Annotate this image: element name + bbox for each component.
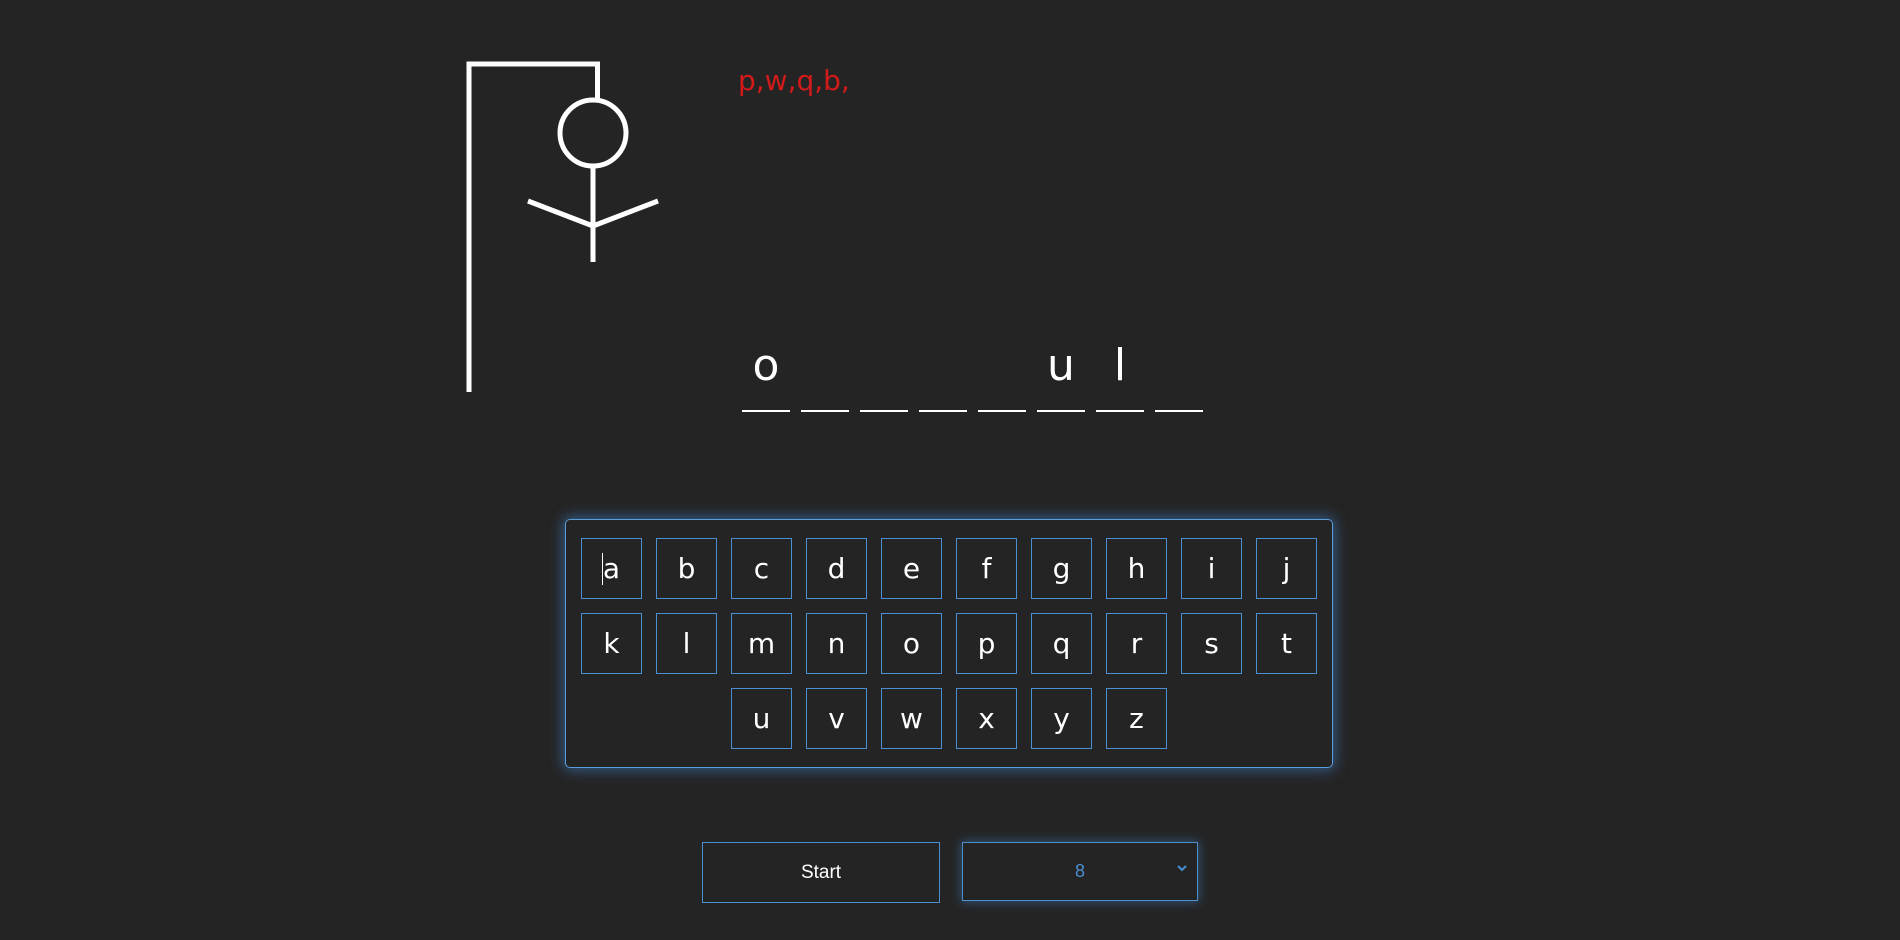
word-length-select[interactable]: 8 — [962, 842, 1198, 901]
keyboard-row: uvwxyz — [579, 688, 1319, 749]
key-u[interactable]: u — [731, 688, 792, 749]
key-o[interactable]: o — [881, 613, 942, 674]
key-e[interactable]: e — [881, 538, 942, 599]
key-d[interactable]: d — [806, 538, 867, 599]
chevron-down-icon — [1177, 865, 1187, 872]
key-a[interactable]: a — [581, 538, 642, 599]
key-r[interactable]: r — [1106, 613, 1167, 674]
hangman-right-arm — [592, 198, 659, 229]
letter-slot — [919, 338, 967, 412]
letter-keyboard: abcdefghij klmnopqrst uvwxyz — [565, 519, 1333, 768]
key-s[interactable]: s — [1181, 613, 1242, 674]
key-n[interactable]: n — [806, 613, 867, 674]
key-i[interactable]: i — [1181, 538, 1242, 599]
keyboard-row: klmnopqrst — [579, 613, 1319, 674]
key-k[interactable]: k — [581, 613, 642, 674]
key-z[interactable]: z — [1106, 688, 1167, 749]
key-c[interactable]: c — [731, 538, 792, 599]
key-f[interactable]: f — [956, 538, 1017, 599]
key-j[interactable]: j — [1256, 538, 1317, 599]
key-l[interactable]: l — [656, 613, 717, 674]
letter-slot — [1155, 338, 1203, 412]
key-v[interactable]: v — [806, 688, 867, 749]
key-x[interactable]: x — [956, 688, 1017, 749]
key-y[interactable]: y — [1031, 688, 1092, 749]
hangman-figure — [466, 61, 659, 392]
hangman-left-arm — [527, 198, 594, 229]
hangman-head — [557, 97, 629, 169]
letter-slot — [978, 338, 1026, 412]
letter-slot: o — [742, 338, 790, 412]
hangman-drawing — [460, 58, 670, 398]
letter-slot: l — [1096, 338, 1144, 412]
keyboard-row: abcdefghij — [579, 538, 1319, 599]
key-w[interactable]: w — [881, 688, 942, 749]
key-h[interactable]: h — [1106, 538, 1167, 599]
key-b[interactable]: b — [656, 538, 717, 599]
wrong-guesses: p,w,q,b, — [738, 64, 850, 97]
key-q[interactable]: q — [1031, 613, 1092, 674]
start-button[interactable]: Start — [702, 842, 940, 903]
hangman-game: p,w,q,b, oul abcdefghijklmnopqrstuvwxyz … — [0, 0, 1900, 940]
letter-slot — [801, 338, 849, 412]
key-g[interactable]: g — [1031, 538, 1092, 599]
key-t[interactable]: t — [1256, 613, 1317, 674]
letter-slot — [860, 338, 908, 412]
key-p[interactable]: p — [956, 613, 1017, 674]
key-m[interactable]: m — [731, 613, 792, 674]
word-length-value: 8 — [1074, 861, 1085, 881]
word-slots: o ul — [742, 338, 1203, 412]
letter-slot: u — [1037, 338, 1085, 412]
